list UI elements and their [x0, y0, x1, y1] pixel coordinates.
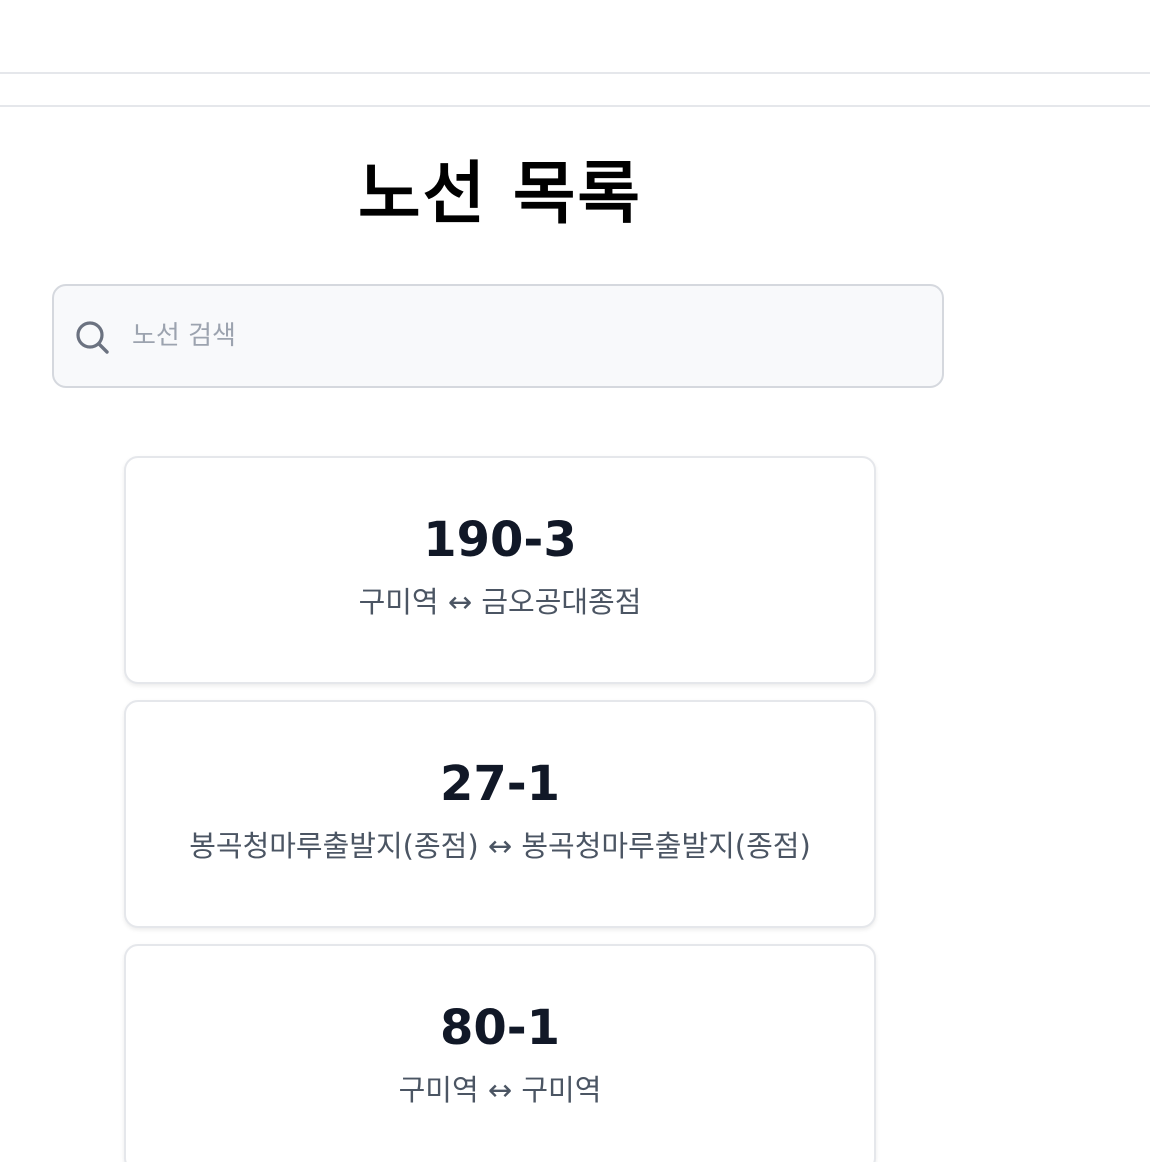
page-title: 노선 목록: [358, 155, 642, 234]
route-list: 190-3 구미역 ↔ 금오공대종점 27-1 봉곡청마루출발지(종점) ↔ 봉…: [124, 456, 876, 1162]
search-box[interactable]: [52, 284, 944, 388]
route-card[interactable]: 190-3 구미역 ↔ 금오공대종점: [124, 456, 876, 684]
route-endpoints: 구미역 ↔ 금오공대종점: [358, 585, 642, 619]
top-header-bar: [0, 0, 1150, 74]
search-input[interactable]: [132, 286, 922, 386]
route-number: 80-1: [439, 1000, 561, 1056]
route-number: 190-3: [423, 512, 577, 568]
page: 노선 목록 190-3 구미역 ↔ 금오공대종점 27-1 봉곡청마루출발지(종…: [0, 0, 1150, 1162]
route-number: 27-1: [439, 756, 561, 812]
route-endpoints: 구미역 ↔ 구미역: [398, 1073, 602, 1107]
search-icon: [76, 321, 109, 354]
sub-header-bar: [0, 74, 1150, 107]
route-card[interactable]: 27-1 봉곡청마루출발지(종점) ↔ 봉곡청마루출발지(종점): [124, 700, 876, 928]
route-endpoints: 봉곡청마루출발지(종점) ↔ 봉곡청마루출발지(종점): [189, 829, 811, 863]
route-card[interactable]: 80-1 구미역 ↔ 구미역: [124, 944, 876, 1162]
